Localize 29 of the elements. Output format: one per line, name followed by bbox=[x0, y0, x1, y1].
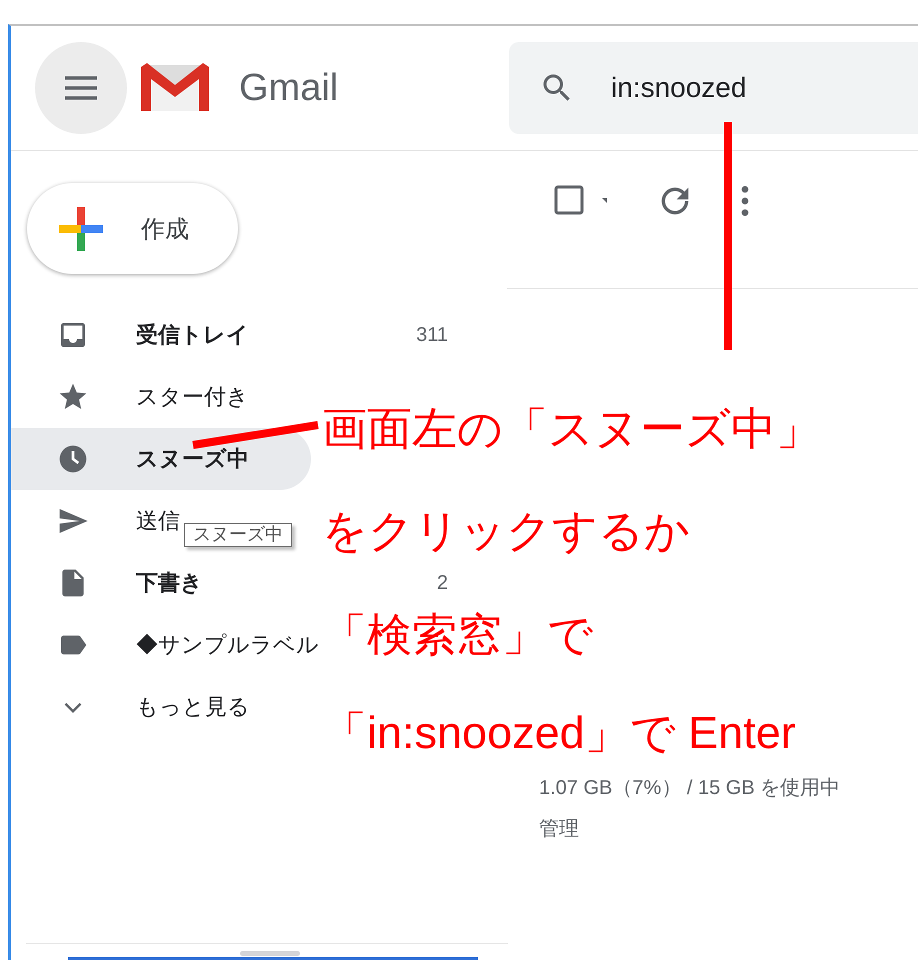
nav-item[interactable]: スヌーズ中 bbox=[11, 428, 311, 490]
nav-item[interactable]: スター付き bbox=[11, 366, 249, 428]
nav-count: 311 bbox=[416, 324, 448, 346]
search-field[interactable]: in:snoozed bbox=[609, 71, 913, 105]
nav-tooltip: スヌーズ中 bbox=[184, 523, 292, 547]
annotation-text: 「in:snoozed」で Enter bbox=[322, 708, 796, 758]
nav-count: 2 bbox=[436, 572, 448, 594]
plus-icon bbox=[57, 204, 105, 252]
nav-label: 下書き bbox=[136, 569, 203, 597]
nav-label: スター付き bbox=[136, 383, 249, 411]
nav-label: もっと見る bbox=[136, 693, 250, 721]
menu-icon bbox=[63, 75, 99, 101]
clock-icon bbox=[57, 443, 89, 475]
nav-label: 受信トレイ bbox=[136, 321, 249, 349]
nav-label: ◆サンプルラベル bbox=[136, 631, 319, 659]
nav-item[interactable]: もっと見る bbox=[11, 676, 250, 738]
search-bar[interactable]: in:snoozed bbox=[509, 42, 918, 134]
annotation-text: 画面左の「スヌーズ中」 bbox=[322, 404, 821, 454]
app-name: Gmail bbox=[239, 66, 340, 110]
scrollbar-thumb[interactable] bbox=[240, 951, 300, 956]
nav-label: 送信 bbox=[136, 507, 180, 535]
nav-label: スヌーズ中 bbox=[136, 445, 249, 473]
compose-button[interactable]: 作成 bbox=[27, 183, 238, 274]
nav-item[interactable]: 送信 bbox=[11, 490, 180, 552]
chevron-down-icon bbox=[64, 702, 82, 712]
nav-item[interactable]: ◆サンプルラベル bbox=[11, 614, 319, 676]
nav-item[interactable]: 受信トレイ 311 bbox=[11, 304, 472, 366]
manage-link[interactable]: 管理 bbox=[539, 815, 918, 842]
storage-usage: 1.07 GB（7%） / 15 GB を使用中 bbox=[539, 777, 840, 799]
